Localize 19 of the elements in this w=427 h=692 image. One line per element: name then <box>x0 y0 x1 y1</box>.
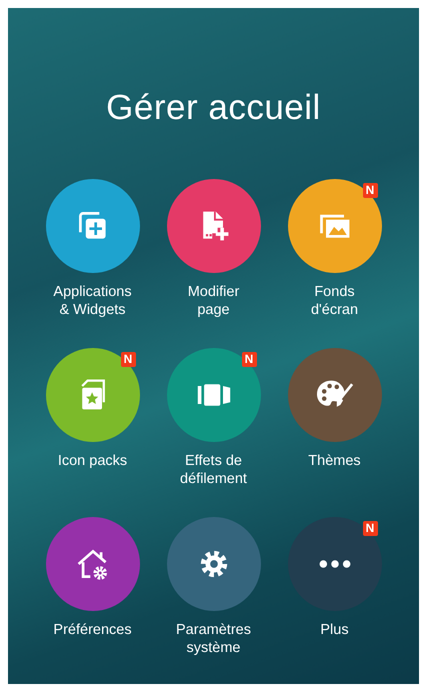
shortcut-label: Effets de défilement <box>180 452 247 488</box>
new-badge: N <box>362 183 378 198</box>
shortcut-button[interactable]: N <box>288 179 382 273</box>
shortcut-label: Paramètres système <box>176 621 251 657</box>
shortcut-label: Icon packs <box>58 452 128 470</box>
shortcut-label: Modifier page <box>188 283 240 319</box>
more-icon <box>318 559 352 569</box>
new-badge: N <box>120 352 136 367</box>
shortcut-button[interactable]: N <box>288 517 382 611</box>
shortcut-button[interactable]: N <box>46 348 140 442</box>
shortcut-label: Applications & Widgets <box>53 283 132 319</box>
shortcut-label: Préférences <box>53 621 132 639</box>
new-badge: N <box>242 352 256 367</box>
new-badge: N <box>362 521 378 536</box>
shortcut-label: Plus <box>320 621 349 639</box>
shortcut-button[interactable]: N <box>166 348 260 442</box>
screen-title: Gérer accueil <box>105 88 322 128</box>
shortcut-label: Thèmes <box>308 452 361 470</box>
shortcut-label: Fonds d'écran <box>310 283 358 319</box>
